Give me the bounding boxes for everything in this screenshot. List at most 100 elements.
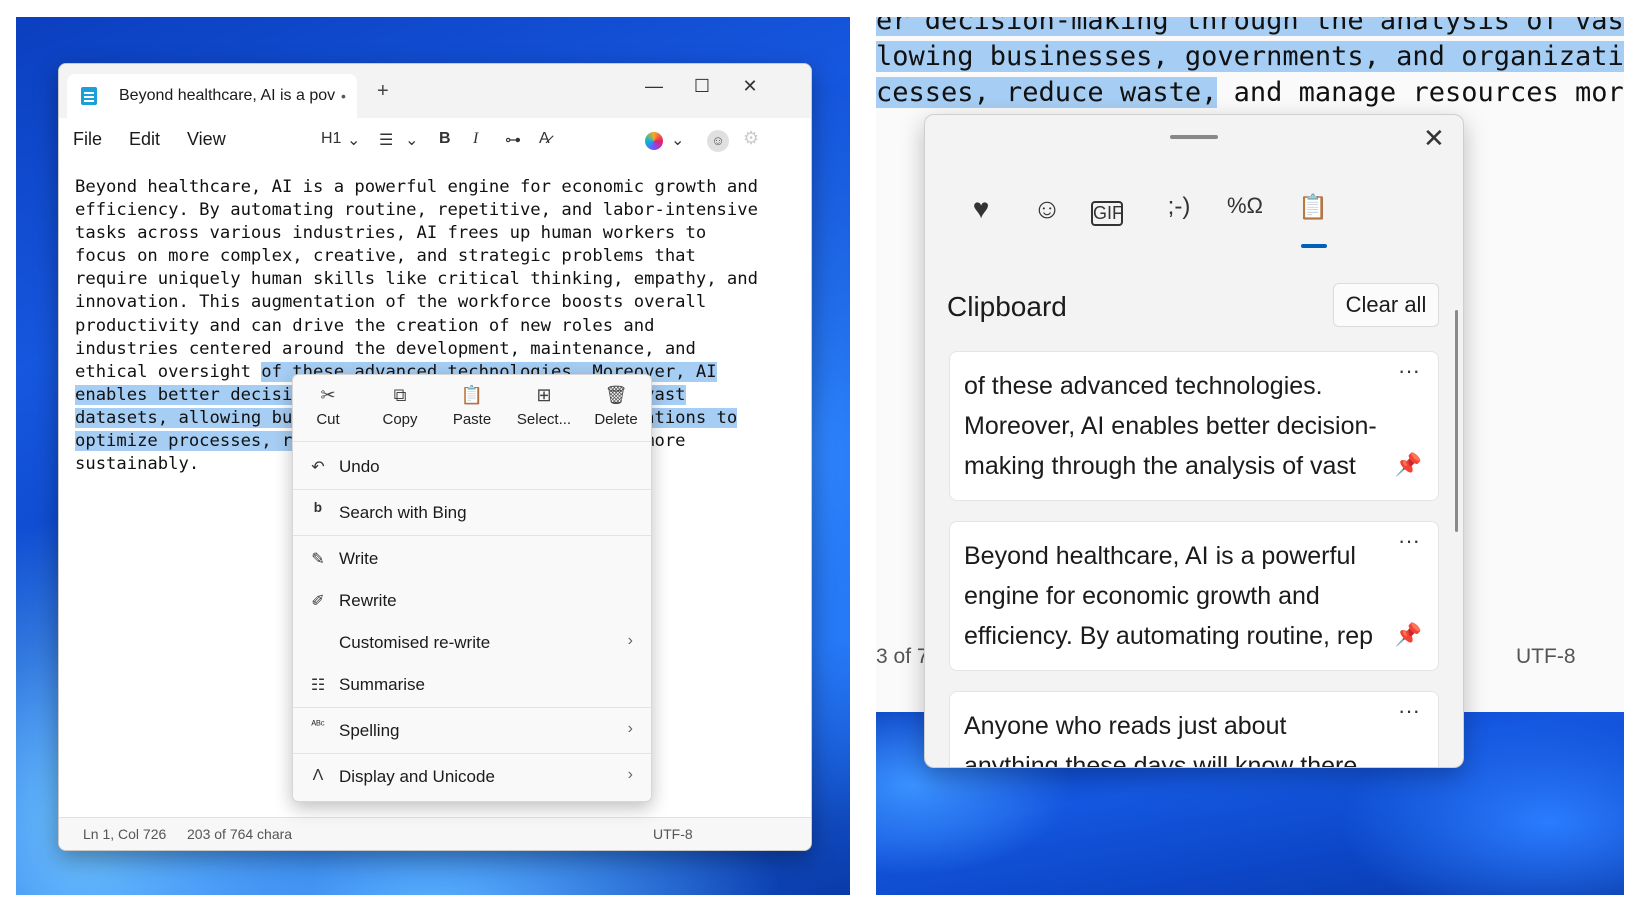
divider	[293, 753, 651, 754]
encoding: UTF-8	[653, 826, 693, 842]
background-text-line: cesses, reduce waste, and manage resourc…	[876, 75, 1624, 111]
editor-line: focus on more complex, creative, and str…	[75, 245, 805, 268]
menu-item-label: Display and Unicode	[339, 767, 495, 786]
account-avatar[interactable]: ☺	[707, 130, 729, 152]
more-options-icon[interactable]: ···	[1398, 358, 1420, 384]
menu-item-rewrite[interactable]: ✐ Rewrite	[293, 581, 651, 621]
rewrite-icon: ✐	[311, 593, 325, 610]
menu-item-label: Write	[339, 549, 379, 568]
plain-text: industries centered around the developme…	[75, 338, 696, 359]
plain-text: efficiency. By automating routine, repet…	[75, 200, 758, 221]
kaomoji-icon[interactable]: ;-)	[1157, 193, 1201, 221]
delete-button[interactable]: 🗑 Delete	[581, 385, 651, 428]
editor-line: innovation. This augmentation of the wor…	[75, 291, 805, 314]
clipboard-item-text: of these advanced technologies. Moreover…	[964, 372, 1377, 480]
clipboard-item[interactable]: Anyone who reads just about anything the…	[949, 691, 1439, 768]
highlighted-text: cesses, reduce waste,	[876, 77, 1218, 108]
menu-item-label: Summarise	[339, 675, 425, 694]
list-icon[interactable]: ☰	[379, 130, 393, 150]
plain-text: Beyond healthcare, AI is a powerful engi…	[75, 177, 758, 197]
bing-icon: ᵇ	[314, 500, 322, 522]
clipboard-item[interactable]: of these advanced technologies. Moreover…	[949, 351, 1439, 501]
spelling-icon: ᴬᴮᶜ	[311, 719, 325, 731]
symbols-icon[interactable]: %Ω	[1223, 193, 1267, 219]
drag-handle[interactable]	[1170, 135, 1218, 139]
emoji-clipboard-panel: ✕ ♥ ☺ GIF ;-) %Ω 📋 Clipboard Clear all o…	[924, 114, 1464, 768]
menu-edit[interactable]: Edit	[129, 129, 160, 150]
plain-text: focus on more complex, creative, and str…	[75, 246, 696, 267]
divider	[293, 489, 651, 490]
more-options-icon[interactable]: ···	[1398, 528, 1420, 554]
clipboard-item[interactable]: Beyond healthcare, AI is a powerful engi…	[949, 521, 1439, 671]
favorites-icon[interactable]: ♥	[959, 193, 1003, 225]
highlighted-text: lowing businesses, governments, and orga…	[876, 41, 1624, 72]
paste-button[interactable]: 📋 Paste	[437, 385, 507, 428]
pin-icon[interactable]: 📌	[1395, 452, 1422, 478]
document-tab[interactable]: Beyond healthcare, AI is a pov •	[67, 74, 357, 118]
right-screenshot: er decision-making through the analysis …	[876, 17, 1624, 895]
more-options-icon[interactable]: ···	[1398, 698, 1420, 724]
menu-item-display-unicode[interactable]: Λ Display and Unicode ›	[293, 757, 651, 797]
delete-label: Delete	[594, 411, 638, 428]
clipboard-icon: 📋	[460, 385, 484, 405]
plain-text: and manage resources more	[1217, 77, 1624, 108]
trash-icon: 🗑	[604, 385, 628, 405]
new-tab-button[interactable]: +	[377, 80, 389, 103]
background-text-line: lowing businesses, governments, and orga…	[876, 39, 1624, 75]
menu-item-summarise[interactable]: ☷ Summarise	[293, 665, 651, 705]
character-count: 203 of 764 chara	[187, 826, 293, 842]
clear-formatting-icon[interactable]: A̷	[539, 130, 550, 148]
close-button[interactable]: ✕	[1423, 123, 1445, 154]
plain-text: sustainably.	[75, 454, 200, 475]
clear-all-button[interactable]: Clear all	[1333, 283, 1439, 327]
editor-line: tasks across various industries, AI free…	[75, 222, 805, 245]
chevron-right-icon: ›	[627, 766, 633, 783]
clipboard-item-text: Beyond healthcare, AI is a powerful engi…	[964, 542, 1374, 650]
link-icon[interactable]: ⊶	[505, 130, 521, 150]
menu-view[interactable]: View	[187, 129, 226, 150]
menu-item-customised-rewrite[interactable]: Customised re-write ›	[293, 623, 651, 663]
copy-button[interactable]: ⧉ Copy	[365, 385, 435, 428]
menu-item-label: Spelling	[339, 721, 400, 740]
title-bar: Beyond healthcare, AI is a pov • + — ☐ ✕	[59, 64, 811, 118]
emoji-icon[interactable]: ☺	[1025, 193, 1069, 225]
select-all-button[interactable]: ⊞ Select...	[509, 385, 579, 428]
editor-line: require uniquely human skills like criti…	[75, 268, 805, 291]
menu-item-undo[interactable]: ↶ Undo	[293, 447, 651, 487]
menu-file[interactable]: File	[73, 129, 102, 150]
summarise-icon: ☷	[310, 677, 326, 694]
unsaved-indicator[interactable]: •	[341, 88, 346, 104]
heading-dropdown[interactable]: H1	[321, 130, 341, 148]
editor-line: industries centered around the developme…	[75, 338, 805, 361]
clipboard-item-text: Anyone who reads just about anything the…	[964, 712, 1358, 768]
encoding: UTF-8	[1516, 645, 1576, 668]
scissors-icon: ✂	[320, 385, 336, 405]
maximize-button[interactable]: ☐	[687, 76, 717, 97]
notepad-icon	[81, 87, 97, 105]
pin-icon[interactable]: 📌	[1395, 622, 1422, 648]
chevron-down-icon: ⌄	[405, 132, 419, 149]
bold-button[interactable]: B	[439, 130, 451, 148]
divider	[293, 441, 651, 442]
gif-icon[interactable]: GIF	[1091, 201, 1123, 226]
editor-line: Beyond healthcare, AI is a powerful engi…	[75, 176, 805, 199]
menu-item-spelling[interactable]: ᴬᴮᶜ Spelling ›	[293, 711, 651, 751]
close-button[interactable]: ✕	[735, 76, 765, 97]
divider	[293, 535, 651, 536]
clipboard-icon[interactable]: 📋	[1291, 193, 1335, 222]
plain-text: productivity and can drive the creation …	[75, 315, 655, 336]
italic-button[interactable]: I	[473, 130, 478, 148]
menu-item-search-bing[interactable]: ᵇ Search with Bing	[293, 493, 651, 533]
minimize-button[interactable]: —	[639, 76, 669, 97]
cut-button[interactable]: ✂ Cut	[293, 385, 363, 428]
plain-text: innovation. This augmentation of the wor…	[75, 292, 707, 313]
copilot-icon[interactable]	[645, 132, 663, 150]
copy-icon: ⧉	[393, 385, 407, 405]
menu-item-label: Rewrite	[339, 591, 397, 610]
editor-line: efficiency. By automating routine, repet…	[75, 199, 805, 222]
menu-item-write[interactable]: ✎ Write	[293, 539, 651, 579]
tab-title: Beyond healthcare, AI is a pov	[119, 87, 336, 104]
gear-icon[interactable]: ⚙	[743, 128, 759, 149]
select-all-icon: ⊞	[536, 385, 552, 405]
scrollbar[interactable]	[1455, 310, 1458, 532]
